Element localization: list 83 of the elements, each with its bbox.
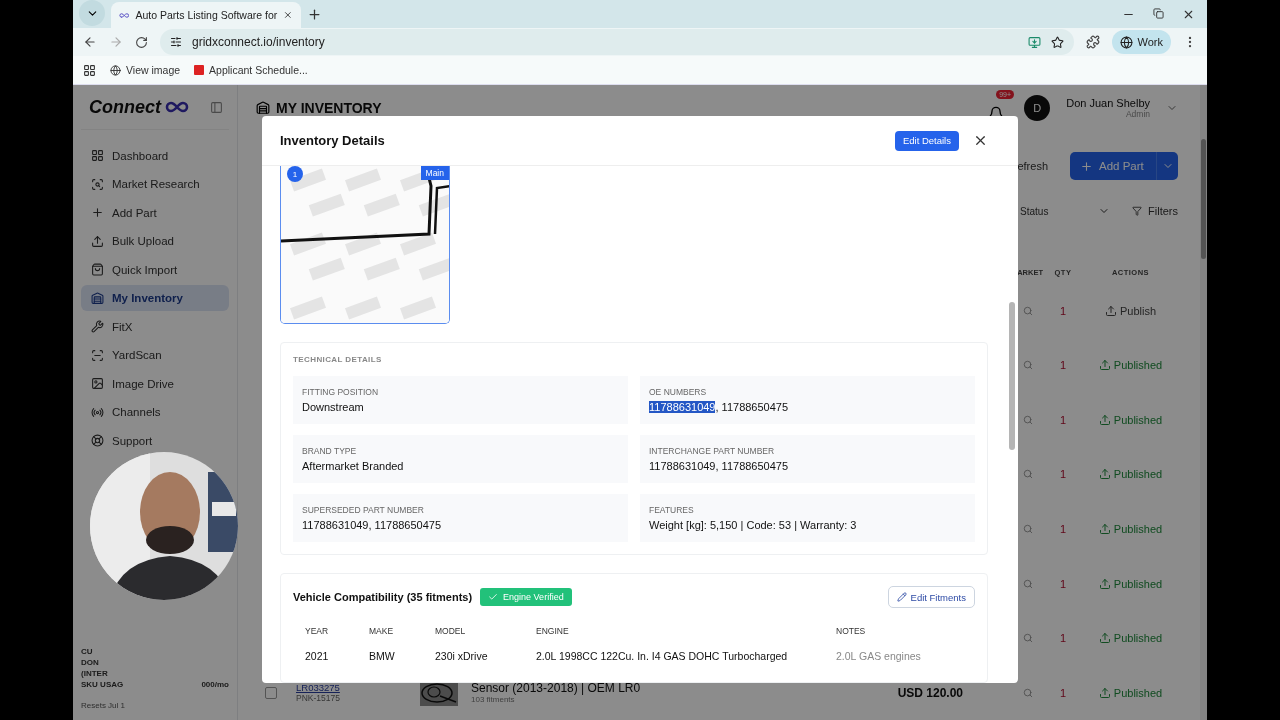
- published-button[interactable]: Published: [1098, 522, 1163, 535]
- plan-text: DON: [81, 658, 100, 667]
- edit-fitments-button[interactable]: Edit Fitments: [887, 586, 975, 609]
- quantity: 1: [1059, 359, 1067, 372]
- part-number: PNK-15175: [296, 693, 340, 704]
- column-header: NOTES: [836, 625, 867, 639]
- refresh-button[interactable]: efresh: [1017, 160, 1048, 173]
- nav-item[interactable]: Support: [81, 427, 229, 454]
- field-label: BRAND TYPE: [302, 446, 358, 457]
- page-title: MY INVENTORY: [276, 99, 382, 116]
- fitment-count: 103 fitments: [471, 695, 515, 705]
- field-label: SUPERSEDED PART NUMBER: [302, 505, 425, 516]
- table-cell-text: 230i xDrive: [435, 649, 489, 665]
- nav-item[interactable]: Bulk Upload: [81, 227, 229, 255]
- bookmark[interactable]: View image: [110, 64, 181, 77]
- price: USD 120.00: [897, 685, 963, 700]
- field-label: OE NUMBERS: [649, 387, 708, 398]
- field-value: Aftermarket Branded: [302, 460, 405, 473]
- field-label: INTERCHANGE PART NUMBER: [649, 446, 776, 457]
- field-value: 11788631049, 11788650475: [649, 460, 790, 473]
- dialog-title: Inventory Details: [280, 133, 385, 149]
- plan-text: (INTER: [81, 669, 109, 678]
- field-value: 11788631049, 11788650475: [649, 401, 790, 414]
- plan-text: CU: [81, 647, 94, 656]
- field-label: FEATURES: [649, 505, 695, 516]
- nav-item[interactable]: Add Part: [81, 199, 229, 226]
- quantity: 1: [1059, 632, 1067, 645]
- column-header: ENGINE: [536, 625, 570, 639]
- tab-title: Auto Parts Listing Software for: [135, 9, 278, 21]
- quantity: 1: [1059, 304, 1067, 317]
- nav-item[interactable]: Image Drive: [81, 370, 229, 397]
- nav-item[interactable]: Channels: [81, 398, 229, 426]
- nav-item[interactable]: My Inventory: [81, 284, 229, 312]
- column-header: MAKE: [369, 625, 395, 639]
- field-label: FITTING POSITION: [302, 387, 380, 398]
- publish-button[interactable]: Publish: [1104, 304, 1157, 317]
- nav-item[interactable]: Market Research: [81, 170, 229, 198]
- nav-item[interactable]: Quick Import: [81, 256, 229, 283]
- published-button[interactable]: Published: [1098, 632, 1163, 645]
- image-thumbnail[interactable]: 1 Main: [280, 166, 450, 325]
- published-button[interactable]: Published: [1098, 359, 1163, 372]
- column-header: YEAR: [305, 625, 330, 639]
- quantity: 1: [1059, 577, 1067, 590]
- bookmark[interactable]: Applicant Schedule...: [194, 64, 308, 77]
- table-cell-text: 2.0L GAS engines: [836, 649, 922, 665]
- nav-item[interactable]: FitX: [81, 313, 229, 340]
- main-badge: Main: [420, 166, 449, 181]
- quantity: 1: [1059, 468, 1067, 481]
- part-title: Sensor (2013-2018) | OEM LR0: [471, 681, 641, 696]
- edit-details-button[interactable]: Edit Details: [894, 130, 959, 151]
- section-title: TECHNICAL DETAILS: [293, 355, 383, 365]
- section-title: Vehicle Compatibility (35 fitments): [293, 591, 473, 604]
- column-header: MODEL: [435, 625, 467, 639]
- logo-text: Connect: [89, 96, 161, 118]
- table-cell-text: 2.0L 1998CC 122Cu. In. I4 GAS DOHC Turbocharged: [536, 649, 789, 665]
- browser-tab[interactable]: Auto Parts Listing Software for: [111, 2, 301, 28]
- sku-link[interactable]: LR033275: [296, 682, 340, 694]
- field-value: Weight [kg]: 5,150 | Code: 53 | Warranty: 3: [649, 519, 858, 532]
- quantity: 1: [1059, 522, 1067, 535]
- verified-badge: Engine Verified: [480, 588, 572, 607]
- usage-value: 000/mo: [201, 680, 229, 689]
- address-bar[interactable]: gridxconnect.io/inventory: [160, 29, 1074, 56]
- field-value: 11788631049, 11788650475: [302, 519, 443, 532]
- profile-button[interactable]: Work: [1111, 30, 1171, 55]
- url-text: gridxconnect.io/inventory: [192, 35, 325, 50]
- published-button[interactable]: Published: [1098, 468, 1163, 481]
- field-value: Downstream: [302, 401, 365, 414]
- published-button[interactable]: Published: [1098, 686, 1163, 699]
- nav-item[interactable]: YardScan: [81, 341, 229, 369]
- published-button[interactable]: Published: [1098, 577, 1163, 590]
- quantity: 1: [1059, 413, 1067, 426]
- add-part-button[interactable]: Add Part: [1070, 152, 1178, 181]
- user-name: Don Juan Shelby: [1066, 96, 1150, 109]
- status-select[interactable]: Status: [1020, 205, 1111, 218]
- table-cell-text: BMW: [369, 649, 396, 665]
- resets-text: Resets Jul 1: [81, 701, 127, 710]
- usage-label: SKU USAG: [81, 680, 124, 689]
- nav-item[interactable]: Dashboard: [81, 142, 229, 169]
- user-avatar: D: [1024, 94, 1051, 121]
- quantity: 1: [1059, 686, 1067, 699]
- published-button[interactable]: Published: [1098, 413, 1163, 426]
- table-cell-text: 2021: [305, 649, 330, 665]
- filters-button[interactable]: Filters: [1132, 205, 1178, 218]
